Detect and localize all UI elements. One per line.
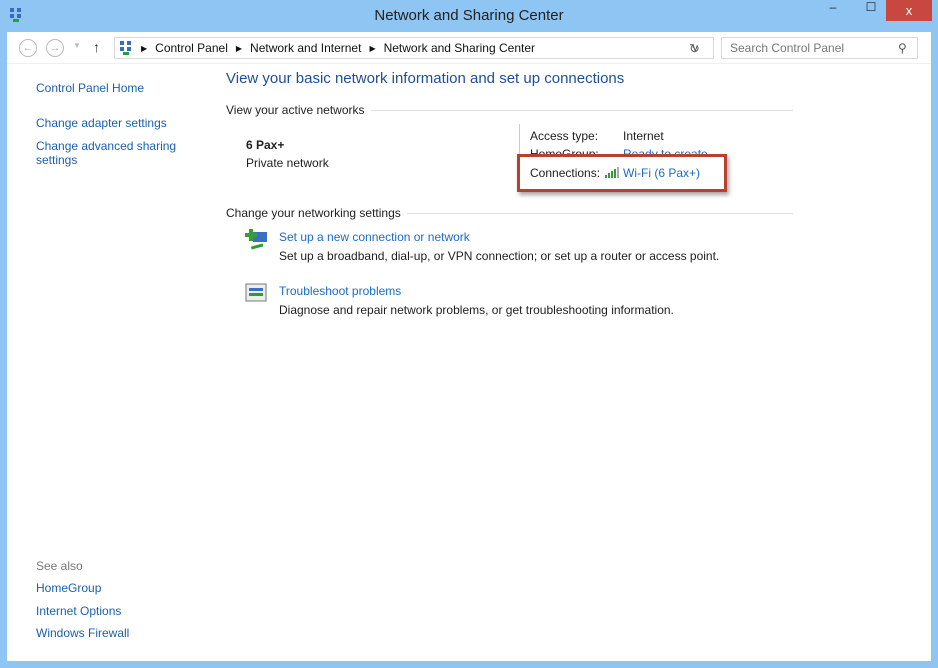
- window-title: Network and Sharing Center: [374, 7, 564, 24]
- access-type-value: Internet: [623, 129, 664, 143]
- close-button[interactable]: x: [886, 0, 932, 21]
- window-client: ← → ▼ ↑ ▶ Control Panel ▶ Network and In…: [7, 32, 931, 661]
- back-button[interactable]: ←: [19, 39, 37, 57]
- search-icon[interactable]: ⚲: [898, 41, 907, 55]
- minimize-button[interactable]: –: [820, 0, 846, 21]
- address-bar[interactable]: ▶ Control Panel ▶ Network and Internet ▶…: [114, 37, 714, 59]
- page-title: View your basic network information and …: [226, 70, 625, 87]
- search-input[interactable]: Search Control Panel: [721, 37, 918, 59]
- recent-dropdown[interactable]: ▼: [73, 41, 81, 50]
- chevron-right-icon: ▶: [235, 43, 243, 53]
- sidebar-item-control-panel-home[interactable]: Control Panel Home: [36, 81, 144, 95]
- chevron-right-icon: ▶: [141, 43, 148, 53]
- maximize-button[interactable]: ☐: [858, 0, 884, 21]
- setup-connection-desc: Set up a broadband, dial-up, or VPN conn…: [279, 249, 720, 263]
- sidebar-item-advanced-sharing[interactable]: Change advanced sharing settings: [36, 139, 186, 167]
- see-also-homegroup[interactable]: HomeGroup: [36, 581, 101, 595]
- navigation-bar: ← → ▼ ↑ ▶ Control Panel ▶ Network and In…: [7, 32, 931, 64]
- access-type-label: Access type:: [530, 129, 599, 143]
- active-networks-section: View your active networks: [226, 103, 793, 117]
- section-label: View your active networks: [226, 103, 365, 117]
- troubleshoot-link[interactable]: Troubleshoot problems: [279, 284, 401, 298]
- title-bar: Network and Sharing Center – ☐ x: [0, 0, 938, 32]
- setup-connection-link[interactable]: Set up a new connection or network: [279, 230, 470, 244]
- forward-button[interactable]: →: [46, 39, 64, 57]
- breadcrumb-item[interactable]: Network and Internet: [250, 41, 361, 55]
- see-also-internet-options[interactable]: Internet Options: [36, 604, 121, 618]
- sidebar-item-change-adapter[interactable]: Change adapter settings: [36, 116, 167, 130]
- network-name: 6 Pax+: [246, 138, 285, 152]
- see-also-label: See also: [36, 559, 83, 573]
- network-type: Private network: [246, 156, 329, 170]
- section-label: Change your networking settings: [226, 206, 401, 220]
- refresh-icon[interactable]: ↻: [689, 41, 700, 57]
- troubleshoot-desc: Diagnose and repair network problems, or…: [279, 303, 674, 317]
- troubleshoot-icon: [245, 283, 267, 302]
- breadcrumb-item[interactable]: Network and Sharing Center: [384, 41, 535, 55]
- breadcrumb-item[interactable]: Control Panel: [155, 41, 228, 55]
- chevron-right-icon: ▶: [369, 43, 376, 53]
- see-also-windows-firewall[interactable]: Windows Firewall: [36, 626, 129, 640]
- new-connection-icon: [245, 229, 267, 250]
- change-settings-section: Change your networking settings: [226, 206, 793, 220]
- up-button[interactable]: ↑: [93, 39, 100, 55]
- network-icon: [120, 41, 131, 55]
- highlight-box: [517, 154, 727, 192]
